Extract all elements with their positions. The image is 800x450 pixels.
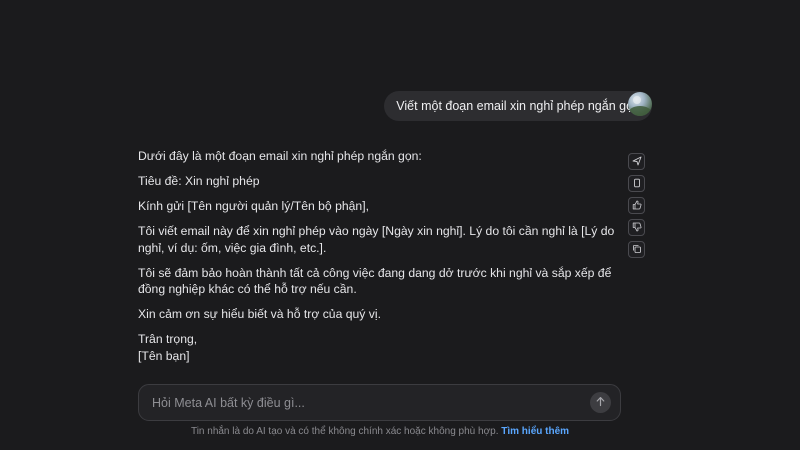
thumbs-down-icon [632, 219, 642, 237]
email-thanks: Xin cảm ơn sự hiểu biết và hỗ trợ của qu… [138, 307, 381, 321]
message-actions [628, 153, 645, 258]
share-button[interactable] [628, 153, 645, 170]
copy-button[interactable] [628, 175, 645, 192]
share-icon [632, 153, 642, 171]
message-input[interactable] [150, 394, 590, 411]
learn-more-link[interactable]: Tìm hiểu thêm [501, 426, 569, 437]
email-subject: Tiêu đề: Xin nghỉ phép [138, 174, 260, 188]
dislike-button[interactable] [628, 219, 645, 236]
ai-disclaimer: Tin nhắn là do AI tạo và có thể không ch… [0, 426, 760, 437]
email-body-paragraph-2: Tôi sẽ đảm bảo hoàn thành tất cả công vi… [138, 265, 612, 297]
regenerate-icon [632, 241, 642, 259]
regenerate-button[interactable] [628, 241, 645, 258]
email-signature: [Tên bạn] [138, 348, 190, 363]
assistant-message: Dưới đây là một đoạn email xin nghỉ phép… [138, 148, 620, 364]
email-greeting: Kính gửi [Tên người quản lý/Tên bộ phận]… [138, 199, 369, 213]
send-button[interactable] [590, 392, 611, 413]
copy-icon [632, 175, 642, 193]
user-message-row: Viết một đoạn email xin nghỉ phép ngắn g… [384, 91, 652, 121]
assistant-intro: Dưới đây là một đoạn email xin nghỉ phép… [138, 149, 422, 163]
message-composer [138, 384, 621, 421]
arrow-up-icon [595, 394, 606, 412]
user-avatar[interactable] [628, 92, 652, 116]
thumbs-up-icon [632, 197, 642, 215]
disclaimer-text: Tin nhắn là do AI tạo và có thể không ch… [190, 426, 499, 437]
like-button[interactable] [628, 197, 645, 214]
email-closing: Trân trọng, [138, 332, 198, 346]
chat-page: Viết một đoạn email xin nghỉ phép ngắn g… [0, 0, 800, 450]
user-message-bubble: Viết một đoạn email xin nghỉ phép ngắn g… [384, 91, 652, 121]
email-body-paragraph-1: Tôi viết email này để xin nghỉ phép vào … [138, 224, 615, 255]
